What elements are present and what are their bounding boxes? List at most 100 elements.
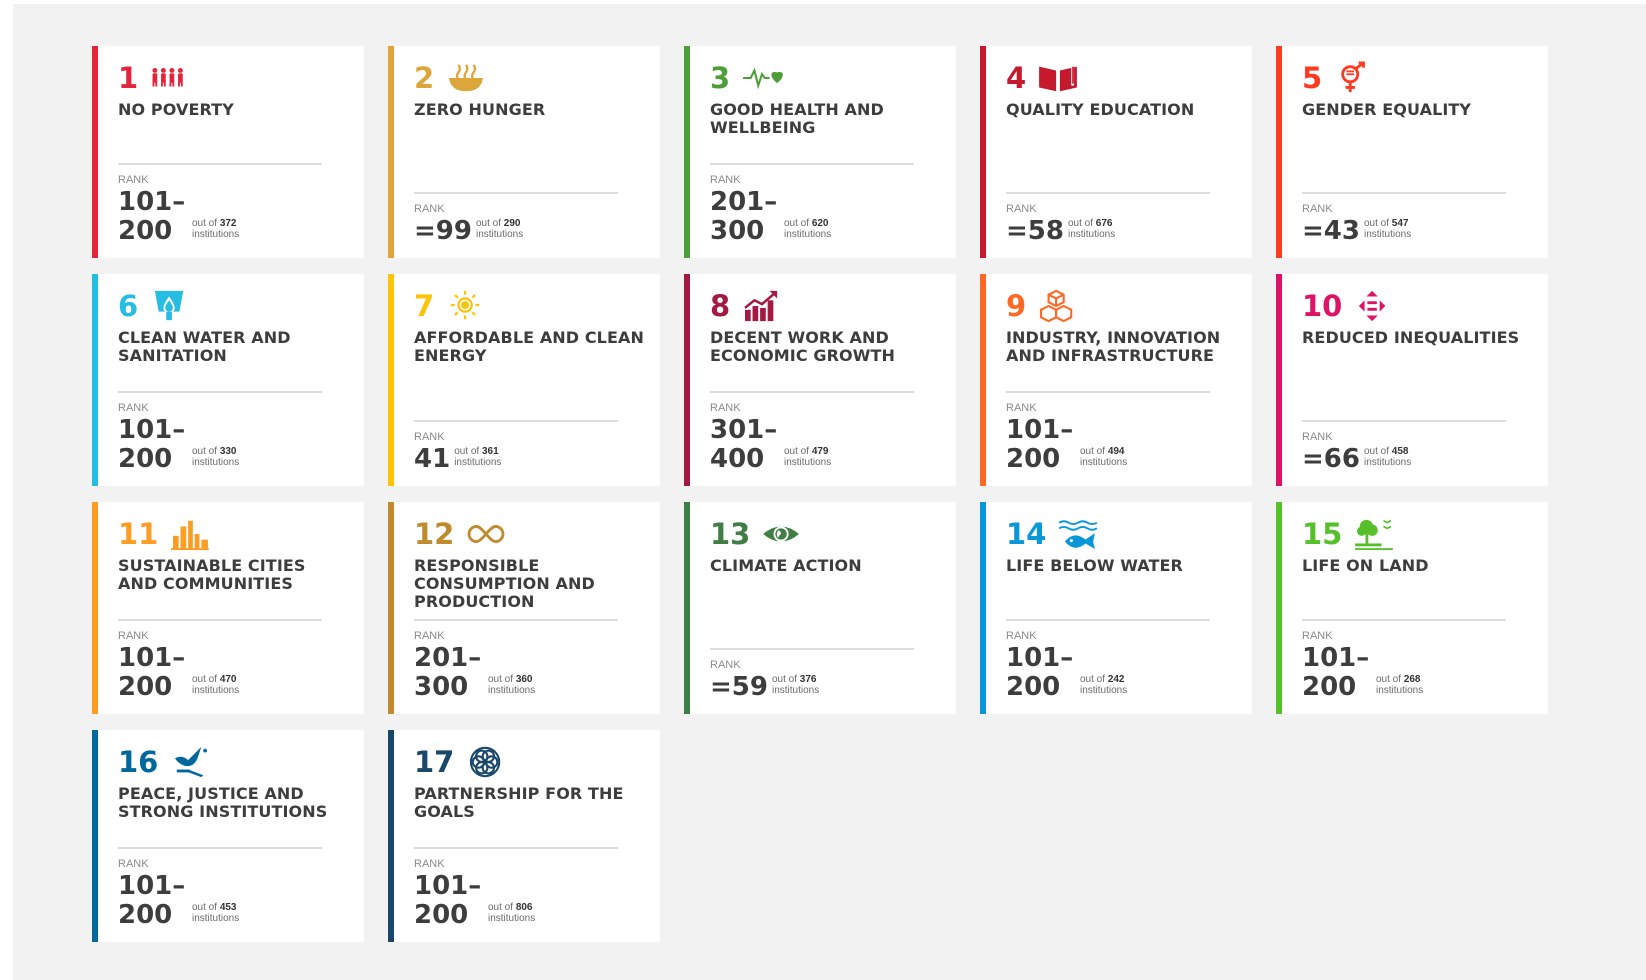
divider: [1302, 192, 1506, 194]
institutions-label: institutions: [192, 457, 240, 468]
bowl-icon: [449, 64, 484, 92]
rank-value: 101– 200: [1006, 416, 1076, 474]
card-header: 14: [1006, 516, 1236, 552]
rank-block: RANK =66 out of 458 institutions: [1302, 420, 1506, 474]
sdg-card-12[interactable]: 12 RESPONSIBLE CONSUMPTION AND PRODUCTIO…: [388, 502, 660, 714]
divider: [118, 163, 322, 165]
rank-value: =59: [710, 673, 768, 702]
goal-number: 11: [118, 516, 159, 551]
out-of-prefix: out of: [1080, 446, 1106, 457]
goal-number: 4: [1006, 60, 1027, 95]
card-header: 5: [1302, 60, 1532, 96]
sdg-card-17[interactable]: 17 PARTNERSHIP FOR THE GOALS RANK 101– 20…: [388, 730, 660, 942]
out-of-prefix: out of: [192, 674, 218, 685]
goal-number: 9: [1006, 288, 1027, 323]
rank-line: 101–: [1006, 643, 1074, 673]
rank-block: RANK 101– 200 out of 268 institutions: [1302, 619, 1506, 702]
out-of-text: out of 360 institutions: [488, 674, 535, 696]
sdg-card-16[interactable]: 16 PEACE, JUSTICE AND STRONG INSTITUTION…: [92, 730, 364, 942]
goal-number: 7: [414, 288, 435, 323]
card-header: 10: [1302, 288, 1532, 324]
sdg-card-14[interactable]: 14 LIFE BELOW WATER RANK 101– 200 out of …: [980, 502, 1252, 714]
rank-block: RANK 101– 200 out of 494 institutions: [1006, 391, 1210, 474]
sdg-card-9[interactable]: 9 INDUSTRY, INNOVATION AND INFRASTRUCTUR…: [980, 274, 1252, 486]
rank-block: RANK 101– 200 out of 242 institutions: [1006, 619, 1210, 702]
sdg-card-4[interactable]: 4 QUALITY EDUCATION RANK =58 out of 676 …: [980, 46, 1252, 258]
card-header: 11: [118, 516, 348, 552]
divider: [118, 847, 322, 849]
rank-line: 300: [710, 216, 765, 246]
out-of-text: out of 676 institutions: [1068, 218, 1115, 240]
growth-chart-icon: [744, 290, 778, 322]
rank-label: RANK: [1302, 431, 1333, 443]
dove-icon: [175, 746, 208, 778]
sdg-card-8[interactable]: 8 DECENT WORK AND ECONOMIC GROWTH RANK 3…: [684, 274, 956, 486]
sdg-card-13[interactable]: 13 CLIMATE ACTION RANK =59 out of 376 in…: [684, 502, 956, 714]
divider: [1006, 391, 1210, 393]
rank-block: RANK 101– 200 out of 330 institutions: [118, 391, 322, 474]
rank-line: 301–: [710, 415, 778, 445]
out-of-prefix: out of: [784, 446, 810, 457]
goal-title: QUALITY EDUCATION: [1006, 100, 1195, 119]
rank-block: RANK 101– 200 out of 372 institutions: [118, 163, 322, 246]
out-of-text: out of 494 institutions: [1080, 446, 1127, 468]
rank-block: RANK =59 out of 376 institutions: [710, 648, 914, 702]
goal-title: REDUCED INEQUALITIES: [1302, 328, 1520, 347]
rank-label: RANK: [414, 858, 445, 870]
total-institutions: 268: [1403, 674, 1421, 685]
out-of-text: out of 242 institutions: [1080, 674, 1127, 696]
rank-line: 101–: [118, 415, 186, 445]
out-of-text: out of 453 institutions: [192, 902, 239, 924]
rank-line: 201–: [710, 187, 778, 217]
goal-number: 8: [710, 288, 731, 323]
institutions-label: institutions: [1080, 685, 1128, 696]
divider: [414, 420, 618, 422]
goal-number: 3: [710, 60, 731, 95]
sdg-card-2[interactable]: 2 ZERO HUNGER RANK =99 out of 290 instit…: [388, 46, 660, 258]
goal-number: 5: [1302, 60, 1323, 95]
sdg-card-5[interactable]: 5 GENDER EQUALITY RANK =43 out of 547 in…: [1276, 46, 1548, 258]
out-of-prefix: out of: [1363, 218, 1389, 229]
rank-line: 201–: [414, 643, 482, 673]
card-header: 6: [118, 288, 348, 324]
goal-title: RESPONSIBLE CONSUMPTION AND PRODUCTION: [414, 556, 595, 611]
card-header: 17: [414, 744, 644, 780]
rank-block: RANK =99 out of 290 institutions: [414, 192, 618, 246]
sdg-card-15[interactable]: 15 LIFE ON LAND RANK 101– 200 out of 268 …: [1276, 502, 1548, 714]
institutions-label: institutions: [784, 457, 832, 468]
rank-label: RANK: [1006, 630, 1037, 642]
rank-line: 400: [710, 444, 765, 474]
institutions-label: institutions: [1363, 457, 1412, 468]
sdg-card-1[interactable]: 1 NO POVERTY RANK 101– 200 out of 372 ins…: [92, 46, 364, 258]
total-institutions: 470: [219, 674, 237, 685]
divider: [710, 648, 914, 650]
institutions-label: institutions: [1363, 229, 1412, 240]
divider: [1006, 192, 1210, 194]
divider: [118, 619, 322, 621]
rank-label: RANK: [118, 630, 149, 642]
rank-line: 200: [1006, 444, 1061, 474]
out-of-prefix: out of: [475, 218, 501, 229]
out-of-prefix: out of: [1376, 674, 1402, 685]
out-of-prefix: out of: [488, 674, 514, 685]
divider: [414, 847, 618, 849]
gender-icon: [1341, 61, 1366, 93]
goal-title: GENDER EQUALITY: [1302, 100, 1472, 119]
fish-icon: [1058, 520, 1098, 550]
sdg-card-7[interactable]: 7 AFFORDABLE AND CLEAN ENERGY RANK 41 ou…: [388, 274, 660, 486]
institutions-label: institutions: [771, 685, 820, 696]
sdg-card-10[interactable]: 10 REDUCED INEQUALITIES RANK =66 out of …: [1276, 274, 1548, 486]
tree-icon: [1355, 519, 1394, 551]
divider: [1302, 619, 1506, 621]
sdg-card-grid: 1 NO POVERTY RANK 101– 200 out of 372 ins…: [92, 46, 1548, 942]
sdg-card-3[interactable]: 3 GOOD HEALTH AND WELLBEING RANK 201– 300…: [684, 46, 956, 258]
out-of-prefix: out of: [784, 218, 810, 229]
goal-number: 17: [414, 744, 455, 779]
out-of-prefix: out of: [1080, 674, 1106, 685]
people-icon: [152, 67, 184, 87]
sdg-card-6[interactable]: 6 CLEAN WATER AND SANITATION RANK 101– 20…: [92, 274, 364, 486]
sdg-card-11[interactable]: 11 SUSTAINABLE CITIES AND COMMUNITIES RA…: [92, 502, 364, 714]
rank-line: =59: [710, 672, 768, 702]
rank-value: 301– 400: [710, 416, 780, 474]
goal-title: PARTNERSHIP FOR THE GOALS: [414, 784, 624, 821]
